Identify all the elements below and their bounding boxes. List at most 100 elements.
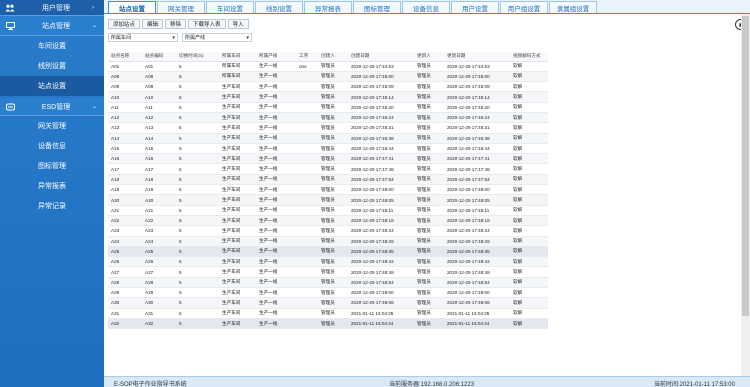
tab-membership-settings[interactable]: 隶属组设置 [549, 1, 597, 13]
column-header[interactable]: 所属车间 [219, 52, 256, 62]
sidebar-item-site[interactable]: 站点设置 [0, 76, 104, 96]
table-cell: 生产车间 [219, 112, 256, 124]
tab-exception-report[interactable]: 异常报表 [304, 1, 352, 13]
table-cell: 管理员 [414, 225, 444, 237]
table-cell: 5 [176, 122, 219, 134]
column-header[interactable]: 创建日期 [348, 52, 414, 62]
table-cell: 5 [176, 225, 219, 237]
table-row[interactable]: A25 A25 5 生产车间 生产一线 管理员 2020-12-29 17:48:35 管理员… [108, 246, 548, 258]
table-cell: 2020-12-29 17:48:00 [348, 184, 414, 196]
table-cell: A13 [108, 122, 142, 134]
table-row[interactable]: A32 A32 5 生产车间 生产一线 管理员 2021-01-11 16:04:44 管理员… [108, 318, 548, 330]
table-cell: 软解 [510, 225, 548, 237]
table-cell: 软解 [510, 143, 548, 155]
scrollbar-thumb[interactable] [742, 16, 749, 316]
table-cell: A18 [108, 174, 142, 186]
column-header[interactable]: 工序 [296, 52, 318, 62]
table-row[interactable]: A16 A16 5 生产车间 生产一线 管理员 2020-12-29 17:47:41 管理员… [108, 153, 548, 165]
table-row[interactable]: A26 A26 5 生产车间 生产一线 管理员 2020-12-29 17:48:42 管理员… [108, 256, 548, 268]
table-cell: A26 [142, 256, 176, 268]
sidebar-header-user-management[interactable]: 用户管理 › [0, 0, 104, 16]
table-row[interactable]: A18 A18 5 生产车间 生产一线 管理员 2020-12-29 17:47:54 管理员… [108, 174, 548, 186]
sidebar-group-label: ESD管理 [41, 103, 71, 111]
tab-bar: 站点设置 网关管理 车间设置 线别设置 异常报表 图标管理 设备信息 用户设置 … [104, 0, 750, 14]
table-cell [296, 174, 318, 186]
table-cell: 5 [176, 153, 219, 165]
sidebar-item-device-info[interactable]: 设备信息 [0, 136, 104, 156]
table-row[interactable]: A24 A24 5 生产车间 生产一线 管理员 2020-12-29 17:48:29 管理员… [108, 236, 548, 247]
tab-site-settings[interactable]: 站点设置 [108, 1, 156, 13]
table-cell: A18 [142, 174, 176, 186]
edit-button[interactable]: 编辑 [142, 19, 164, 29]
table-cell: 2020-12-29 17:49:00 [348, 287, 414, 299]
table-row[interactable]: A13 A13 5 生产车间 生产一线 管理员 2020-12-29 17:45:31 管理员… [108, 122, 548, 134]
table-cell: A16 [142, 153, 176, 165]
table-row[interactable]: A30 A30 5 生产车间 生产一线 管理员 2020-12-29 17:49:06 管理员… [108, 297, 548, 309]
import-button[interactable]: 导入 [227, 19, 249, 29]
table-row[interactable]: A21 A21 5 生产车间 生产一线 管理员 2020-12-29 17:48:11 管理员… [108, 205, 548, 216]
status-bar: E-SOP电子作业指导书系统 当前服务器:192.168.0.206:1223 … [104, 376, 750, 387]
tab-device-info[interactable]: 设备信息 [402, 1, 450, 13]
column-header[interactable]: 站点编码 [142, 52, 176, 62]
tab-user-group-settings[interactable]: 用户组设置 [500, 1, 548, 13]
table-row[interactable]: A08 A08 5 所属车间 生产一线 管理员 2020-12-29 17:45:00 管理员… [108, 71, 548, 83]
vertical-scrollbar[interactable] [741, 14, 750, 376]
table-row[interactable]: A22 A22 5 生产车间 生产一线 管理员 2020-12-29 17:48:18 管理员… [108, 215, 548, 227]
sidebar-item-icon-management[interactable]: 图标管理 [0, 156, 104, 176]
sidebar-item-label: 异常记录 [38, 203, 66, 210]
column-header[interactable]: 所属产线 [256, 52, 296, 62]
sidebar-item-exception-log[interactable]: 异常记录 [0, 196, 104, 216]
add-site-button[interactable]: 添加站点 [108, 19, 141, 29]
sidebar-item-line[interactable]: 线别设置 [0, 56, 104, 76]
table-cell: 生产车间 [219, 256, 256, 268]
table-row[interactable]: A12 A12 5 生产车间 生产一线 管理员 2020-12-29 17:45:24 管理员… [108, 112, 548, 124]
download-template-button[interactable]: 下载导入表 [188, 19, 226, 29]
table-row[interactable]: A09 A09 5 生产车间 生产一线 管理员 2020-12-29 17:45:09 管理员… [108, 81, 548, 93]
table-cell: 2020-12-29 17:48:05 [348, 194, 414, 206]
tab-line[interactable]: 线别设置 [255, 1, 303, 13]
column-header[interactable]: 视频解码方式 [510, 52, 548, 62]
column-header[interactable]: 站点名称 [108, 52, 142, 62]
sidebar-group-esd-management[interactable]: ESD管理 ⌄ [0, 98, 104, 116]
table-row[interactable]: A15 A15 5 生产车间 生产一线 管理员 2020-12-29 17:45:44 管理员… [108, 143, 548, 155]
table-row[interactable]: A20 A20 5 生产车间 生产一线 管理员 2020-12-29 17:48:05 管理员… [108, 194, 548, 206]
sidebar-group-site-management[interactable]: 站点管理 ⌄ [0, 16, 104, 36]
table-row[interactable]: A17 A17 5 生产车间 生产一线 管理员 2020-12-29 17:47:48 管理员… [108, 163, 548, 175]
table-cell [296, 287, 318, 299]
table-row[interactable]: A28 A28 5 生产车间 生产一线 管理员 2020-12-29 17:48:54 管理员… [108, 277, 548, 289]
delete-button[interactable]: 移除 [165, 19, 187, 29]
table-cell: 5 [176, 143, 219, 155]
table-row[interactable]: A11 A11 5 生产车间 生产一线 管理员 2020-12-29 17:45:20 管理员… [108, 102, 548, 113]
sidebar-item-workshop[interactable]: 车间设置 [0, 36, 104, 56]
table-cell: 5 [176, 266, 219, 278]
tab-gateway[interactable]: 网关管理 [157, 1, 205, 13]
tab-user-settings[interactable]: 用户设置 [451, 1, 499, 13]
sidebar-item-gateway[interactable]: 网关管理 [0, 116, 104, 136]
table-row[interactable]: A29 A29 5 生产车间 生产一线 管理员 2020-12-29 17:49:00 管理员… [108, 287, 548, 299]
table-row[interactable]: A01 A01 5 所属车间 生产一线 one 管理员 2020-12-29 17:44:53… [108, 61, 548, 72]
tab-workshop[interactable]: 车间设置 [206, 1, 254, 13]
table-row[interactable]: A14 A14 5 生产车间 生产一线 管理员 2020-12-29 17:45:38 管理员… [108, 133, 548, 144]
column-header[interactable]: 更新人 [414, 52, 444, 62]
table-row[interactable]: A19 A19 5 生产车间 生产一线 管理员 2020-12-29 17:48:00 管理员… [108, 184, 548, 196]
column-header[interactable]: 切换时间(S) [176, 52, 219, 62]
column-header[interactable]: 更新日期 [444, 52, 510, 62]
table-cell: 生产车间 [219, 81, 256, 93]
tab-icon-management[interactable]: 图标管理 [353, 1, 401, 13]
table-cell: 软解 [510, 318, 548, 330]
column-header[interactable]: 创建人 [318, 52, 348, 62]
sidebar-item-exception-report[interactable]: 异常报表 [0, 176, 104, 196]
workshop-select[interactable]: 所属车间 ▾ [108, 33, 178, 42]
table-cell: 生产车间 [219, 287, 256, 299]
table-cell: 管理员 [414, 266, 444, 278]
table-row[interactable]: A23 A23 5 生产车间 生产一线 管理员 2020-12-29 17:48:24 管理员… [108, 225, 548, 237]
table-row[interactable]: A27 A27 5 生产车间 生产一线 管理员 2020-12-29 17:48:48 管理员… [108, 266, 548, 278]
table-cell: 生产一线 [256, 246, 296, 258]
line-select[interactable]: 所属产线 ▾ [182, 33, 252, 42]
table-cell [296, 256, 318, 268]
table-cell: 生产车间 [219, 205, 256, 216]
table-row[interactable]: A10 A10 5 生产车间 生产一线 管理员 2020-12-29 17:45:14 管理员… [108, 91, 548, 103]
table-cell: 生产一线 [256, 225, 296, 237]
table-cell: A30 [108, 297, 142, 309]
table-row[interactable]: A31 A31 5 生产车间 生产一线 管理员 2021-01-11 16:04:25 管理员… [108, 308, 548, 319]
